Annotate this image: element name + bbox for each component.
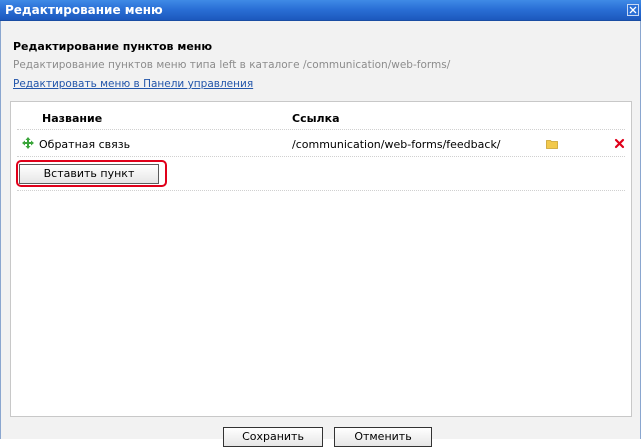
control-panel-link[interactable]: Редактировать меню в Панели управления xyxy=(13,78,253,90)
section-title: Редактирование пунктов меню xyxy=(13,40,213,53)
close-icon[interactable] xyxy=(627,4,639,16)
window-titlebar: Редактирование меню xyxy=(0,0,641,21)
folder-icon[interactable] xyxy=(546,139,558,149)
menu-items-table: Название Ссылка Обратная связь /communic… xyxy=(10,101,632,417)
row-divider xyxy=(17,156,625,157)
menu-item-name[interactable]: Обратная связь xyxy=(39,138,130,151)
menu-item-link[interactable]: /communication/web-forms/feedback/ xyxy=(292,138,501,151)
cancel-button[interactable]: Отменить xyxy=(334,427,432,447)
insert-item-button[interactable]: Вставить пункт xyxy=(19,164,159,184)
column-header-name: Название xyxy=(42,112,103,125)
save-button[interactable]: Сохранить xyxy=(223,427,323,447)
delete-icon[interactable] xyxy=(614,138,625,149)
header-divider xyxy=(17,129,625,130)
window-title: Редактирование меню xyxy=(5,3,163,17)
move-icon[interactable] xyxy=(22,137,34,149)
footer-divider xyxy=(17,190,625,191)
dialog-body: Редактирование пунктов меню Редактирован… xyxy=(0,21,641,447)
section-description: Редактирование пунктов меню типа left в … xyxy=(13,59,451,71)
column-header-link: Ссылка xyxy=(292,112,340,125)
